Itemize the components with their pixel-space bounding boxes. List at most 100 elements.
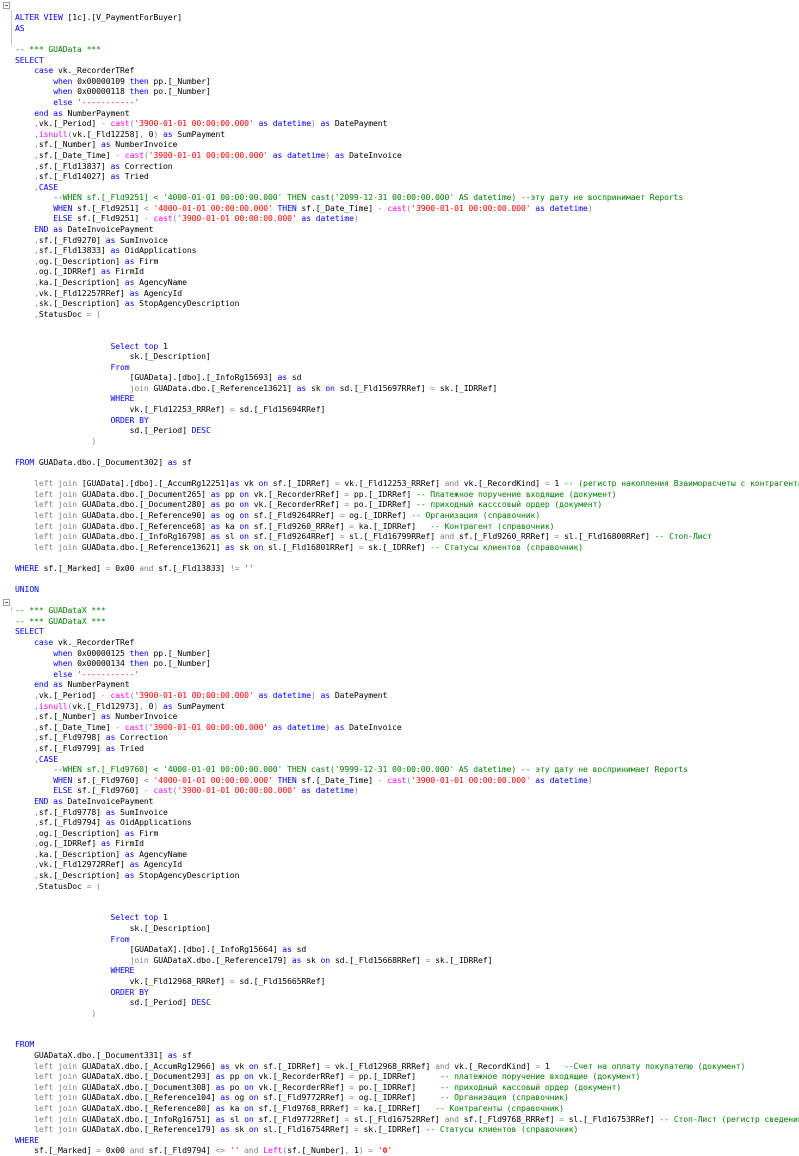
- code-token: as: [296, 213, 316, 224]
- code-token: ): [91, 1007, 97, 1018]
- code-line: Select top 1: [15, 341, 167, 352]
- code-token: as: [530, 774, 550, 785]
- code-token: left join: [34, 478, 82, 489]
- code-token: sd: [291, 372, 302, 383]
- code-token: ,: [344, 1145, 354, 1156]
- code-token: sd: [296, 944, 307, 955]
- code-token: DatePayment: [334, 118, 388, 129]
- code-token: sl: [229, 1113, 245, 1124]
- code-token: GUAData.dbo.[_Reference13621]: [153, 382, 297, 393]
- code-token: sk.[_IDRRef]: [435, 954, 493, 965]
- code-token: '3900-01-01 00:00:00.000': [134, 690, 254, 700]
- code-line: ,sf.[_Date_Time] - cast('3900-01-01 00:0…: [15, 722, 402, 733]
- code-token: as: [210, 520, 226, 531]
- code-token: left join: [34, 1081, 82, 1092]
- code-token: sl: [225, 531, 240, 542]
- code-token: GUAData.dbo.[_Document302]: [38, 457, 168, 467]
- code-token: GUAData.dbo.[_Reference13621]: [81, 541, 226, 552]
- code-token: sf.[_Fld9251]: [77, 202, 144, 213]
- code-token: -- *** GUADataX ***: [15, 615, 106, 626]
- code-token: left join: [34, 1124, 82, 1135]
- code-line: ,sk.[_Description] as StopAgencyDescript…: [15, 298, 239, 309]
- code-token: as: [110, 160, 125, 171]
- code-token: og.[_IDRRef]: [358, 1092, 440, 1103]
- code-token: -- Платежное поручение входящие (докумен…: [415, 488, 617, 499]
- code-token: as: [296, 785, 316, 796]
- collapse-toggle-icon[interactable]: [3, 2, 10, 9]
- code-token: on: [248, 1060, 264, 1071]
- code-token: SumInvoice: [120, 234, 168, 245]
- code-line: left join GUADataX.dbo.[_Reference80] as…: [15, 1103, 564, 1114]
- code-token: vk.[_Fld12968_RRRef]: [129, 975, 230, 986]
- code-line: FROM: [15, 1039, 34, 1050]
- code-token: then: [129, 647, 154, 658]
- code-token: as: [330, 149, 350, 160]
- code-token: SELECT: [15, 626, 44, 637]
- code-line: ,ka.[_Description] as AgencyName: [15, 849, 187, 860]
- code-token: pp.[_IDRRef]: [353, 488, 416, 499]
- code-token: left join: [34, 541, 82, 552]
- code-token: og.[_Description]: [38, 827, 125, 838]
- code-line: ,isnull(vk.[_Fld12258], 0) as SumPayment: [15, 129, 225, 140]
- code-token: sf: [182, 457, 192, 467]
- code-token: =: [425, 954, 436, 965]
- code-line: SELECT: [15, 55, 44, 66]
- code-token: po.[_Number]: [153, 86, 211, 97]
- code-token: -- Организация (справочник): [411, 509, 541, 520]
- code-token: AgencyId: [143, 859, 183, 870]
- code-token: sf.[_Fld9794]: [38, 817, 106, 827]
- code-line: ,vk.[_Fld12972RRef] as AgencyId: [15, 859, 182, 870]
- collapse-toggle-icon[interactable]: [3, 599, 10, 606]
- code-token: =: [349, 1092, 359, 1103]
- code-token: GUADataX.dbo.[_Reference179]: [153, 954, 292, 965]
- code-line: ,sf.[_Fld9798] as Correction: [15, 732, 168, 743]
- code-token: as: [124, 827, 140, 838]
- code-token: --WHEN sf.[_Fld9760] < '4000-01-01 00:00…: [53, 764, 688, 775]
- code-token: sl.[_Fld16801RRef]: [268, 541, 359, 552]
- code-token: as: [268, 149, 288, 160]
- code-token: ): [353, 785, 359, 796]
- code-token: ELSE: [53, 213, 78, 224]
- code-line: --WHEN sf.[_Fld9251] < '4000-01-01 00:00…: [15, 192, 683, 203]
- sql-editor[interactable]: ALTER VIEW [1c].[V_PaymentForBuyer] AS -- …: [0, 0, 799, 1155]
- code-token: as: [124, 848, 140, 859]
- code-token: ): [353, 213, 359, 224]
- code-token: cast: [110, 690, 130, 700]
- code-token: '4000-01-01 00:00:00.000': [153, 774, 273, 785]
- code-token: when: [53, 75, 78, 86]
- code-token: left join: [34, 509, 82, 520]
- code-token: sl.[_Fld16753RRef]: [568, 1113, 660, 1124]
- code-line: join GUAData.dbo.[_Reference13621] as sk…: [15, 382, 498, 394]
- code-token: NumberPayment: [67, 107, 130, 118]
- code-token: [GUADataX].[dbo].[_InfoRg15664]: [129, 944, 283, 955]
- code-token: po.[_IDRRef]: [353, 499, 416, 510]
- code-token: as: [129, 859, 144, 870]
- code-token: '3900-01-01 00:00:00.000': [411, 202, 531, 213]
- code-token: GUADataX.dbo.[_Reference104]: [81, 1092, 221, 1103]
- code-token: sf.[_Fld9768_RRRef]: [258, 1103, 354, 1113]
- code-token: and: [439, 531, 459, 542]
- code-line: WHERE sf.[_Marked] = 0x00 and sf.[_Fld13…: [15, 563, 254, 574]
- code-token: StatusDoc: [38, 880, 87, 891]
- code-token: sd.[_Fld15668RRef]: [334, 954, 426, 965]
- code-token: cast: [387, 202, 407, 213]
- code-token: datetime: [549, 774, 588, 785]
- code-token: ka: [225, 520, 240, 531]
- code-token: ka.[_Description]: [38, 848, 125, 859]
- code-line: left join GUADataX.dbo.[_Reference104] a…: [15, 1092, 569, 1103]
- code-token: Correction: [120, 732, 168, 743]
- code-token: as: [124, 298, 140, 309]
- code-token: as: [210, 499, 226, 510]
- code-token: sk.[_Description]: [38, 298, 125, 309]
- code-token: WHERE: [110, 965, 135, 976]
- code-token: og: [225, 509, 240, 520]
- code-token: sf.[_Fld9772RRef]: [263, 1092, 350, 1103]
